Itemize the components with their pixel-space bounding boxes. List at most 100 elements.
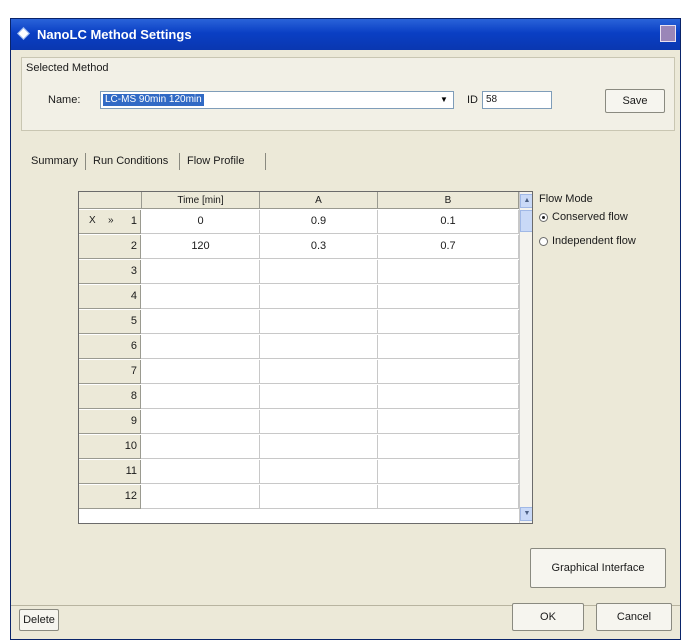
column-header-b[interactable]: B: [378, 192, 519, 209]
tab-run-conditions[interactable]: Run Conditions: [89, 150, 172, 172]
b-cell[interactable]: [378, 435, 519, 459]
row-header[interactable]: X » 1: [79, 210, 141, 234]
a-cell[interactable]: [260, 410, 378, 434]
table-row[interactable]: 7: [79, 360, 519, 384]
column-header-a[interactable]: A: [260, 192, 378, 209]
table-row[interactable]: X » 1 0 0.9 0.1: [79, 210, 519, 234]
flow-mode-legend: Flow Mode: [539, 193, 593, 205]
graphical-interface-button[interactable]: Graphical Interface: [530, 548, 666, 588]
a-cell[interactable]: 0.3: [260, 235, 378, 259]
b-cell[interactable]: 0.7: [378, 235, 519, 259]
b-cell[interactable]: [378, 410, 519, 434]
a-cell[interactable]: [260, 385, 378, 409]
row-number: 6: [130, 340, 137, 352]
flow-profile-grid[interactable]: Time [min] A B X» 1 0 0.9 0.1 2 120 0.3 0.7 3 4 5 6 7…: [78, 191, 533, 524]
time-cell[interactable]: [142, 485, 260, 509]
a-cell[interactable]: [260, 485, 378, 509]
tab-divider: [85, 153, 86, 170]
table-row[interactable]: 2 120 0.3 0.7: [79, 235, 519, 259]
time-cell[interactable]: [142, 385, 260, 409]
b-cell[interactable]: [378, 335, 519, 359]
conserved-flow-label: Conserved flow: [552, 211, 628, 223]
table-row[interactable]: 8: [79, 385, 519, 409]
a-cell[interactable]: [260, 360, 378, 384]
table-row[interactable]: 6: [79, 335, 519, 359]
row-header[interactable]: 7: [79, 360, 141, 384]
independent-flow-label: Independent flow: [552, 235, 636, 247]
delete-button[interactable]: Delete: [19, 609, 59, 631]
grid-corner-header: [79, 192, 142, 209]
table-row[interactable]: 12: [79, 485, 519, 509]
time-cell[interactable]: [142, 260, 260, 284]
table-row[interactable]: 11: [79, 460, 519, 484]
table-row[interactable]: 3: [79, 260, 519, 284]
time-cell[interactable]: [142, 285, 260, 309]
method-id-field[interactable]: 58: [482, 91, 552, 109]
dropdown-arrow-icon[interactable]: ▼: [437, 93, 451, 107]
b-cell[interactable]: [378, 485, 519, 509]
scroll-thumb[interactable]: [520, 210, 532, 232]
a-cell[interactable]: 0.9: [260, 210, 378, 234]
b-cell[interactable]: [378, 460, 519, 484]
scroll-down-icon[interactable]: ▼: [520, 507, 532, 521]
b-cell[interactable]: [378, 260, 519, 284]
a-cell[interactable]: [260, 310, 378, 334]
method-settings-dialog: NanoLC Method Settings Selected Method N…: [10, 18, 681, 640]
table-row[interactable]: 10: [79, 435, 519, 459]
row-header[interactable]: 6: [79, 335, 141, 359]
b-cell[interactable]: [378, 285, 519, 309]
conserved-flow-radio[interactable]: Conserved flow: [539, 211, 628, 225]
row-header[interactable]: 4: [79, 285, 141, 309]
b-cell[interactable]: [378, 310, 519, 334]
time-cell[interactable]: 120: [142, 235, 260, 259]
a-cell[interactable]: [260, 260, 378, 284]
tab-flow-profile[interactable]: Flow Profile: [183, 150, 248, 172]
id-label: ID: [467, 94, 478, 106]
row-header[interactable]: 2: [79, 235, 141, 259]
row-number: 12: [124, 490, 137, 502]
a-cell[interactable]: [260, 460, 378, 484]
row-header[interactable]: 8: [79, 385, 141, 409]
time-cell[interactable]: 0: [142, 210, 260, 234]
time-cell[interactable]: [142, 310, 260, 334]
row-header[interactable]: 11: [79, 460, 141, 484]
method-name-combobox[interactable]: LC-MS 90min 120min ▼: [100, 91, 454, 109]
a-cell[interactable]: [260, 435, 378, 459]
row-number: 10: [124, 440, 137, 452]
row-delete-marker[interactable]: X: [89, 215, 96, 226]
a-cell[interactable]: [260, 335, 378, 359]
radio-checked-icon[interactable]: [539, 212, 548, 222]
time-cell[interactable]: [142, 435, 260, 459]
row-header[interactable]: 9: [79, 410, 141, 434]
time-cell[interactable]: [142, 335, 260, 359]
scroll-up-icon[interactable]: ▲: [520, 194, 532, 208]
row-header[interactable]: 3: [79, 260, 141, 284]
title-bar[interactable]: NanoLC Method Settings: [11, 19, 680, 50]
table-row[interactable]: 5: [79, 310, 519, 334]
row-number: 1: [130, 215, 137, 227]
radio-unchecked-icon[interactable]: [539, 236, 548, 246]
column-header-time[interactable]: Time [min]: [142, 192, 260, 209]
independent-flow-radio[interactable]: Independent flow: [539, 235, 636, 249]
grid-vertical-scrollbar[interactable]: ▲ ▼: [519, 192, 532, 523]
b-cell[interactable]: [378, 385, 519, 409]
time-cell[interactable]: [142, 460, 260, 484]
ok-button[interactable]: OK: [512, 603, 584, 631]
a-cell[interactable]: [260, 285, 378, 309]
table-row[interactable]: 9: [79, 410, 519, 434]
tab-summary[interactable]: Summary: [27, 150, 82, 172]
row-header[interactable]: 12: [79, 485, 141, 509]
save-button[interactable]: Save: [605, 89, 665, 113]
b-cell[interactable]: 0.1: [378, 210, 519, 234]
close-button[interactable]: [660, 25, 676, 42]
row-header[interactable]: 5: [79, 310, 141, 334]
tab-divider: [179, 153, 180, 170]
row-header[interactable]: 10: [79, 435, 141, 459]
time-cell[interactable]: [142, 410, 260, 434]
cancel-button[interactable]: Cancel: [596, 603, 672, 631]
row-number: 8: [130, 390, 137, 402]
selected-method-legend: Selected Method: [26, 62, 109, 74]
time-cell[interactable]: [142, 360, 260, 384]
b-cell[interactable]: [378, 360, 519, 384]
table-row[interactable]: 4: [79, 285, 519, 309]
